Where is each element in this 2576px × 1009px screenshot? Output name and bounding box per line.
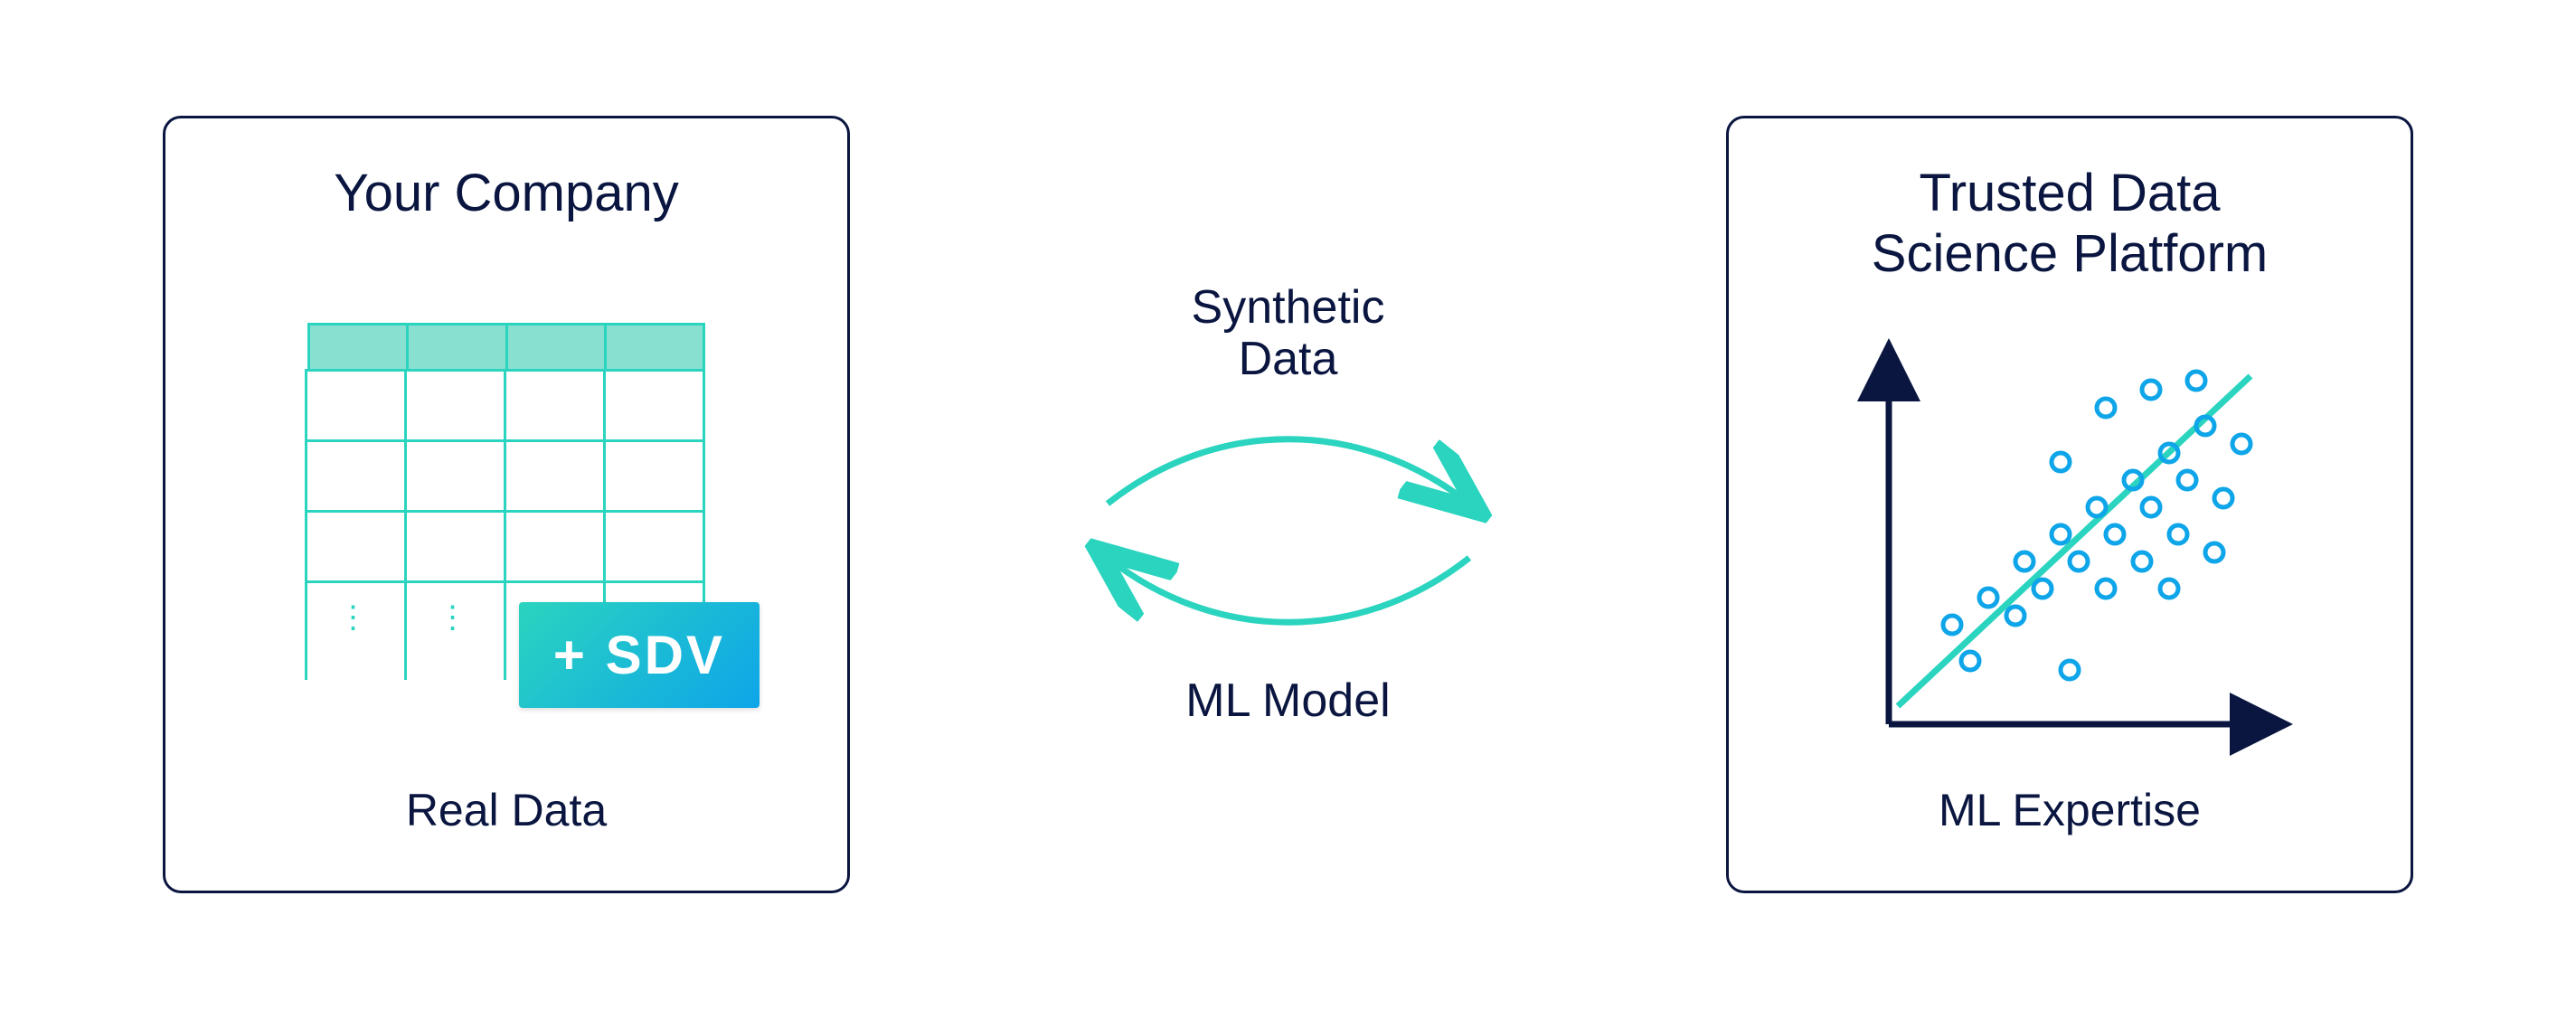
arrow-top-label: SyntheticData xyxy=(1192,282,1385,385)
right-panel: Trusted DataScience Platform xyxy=(1726,116,2413,893)
sdv-badge: + SDV xyxy=(519,602,760,708)
left-panel: Your Company ⋮⋮⋮ xyxy=(163,116,850,893)
middle-section: SyntheticData ML Model xyxy=(850,282,1726,727)
arrow-bottom-label: ML Model xyxy=(1185,675,1390,727)
right-panel-graphic xyxy=(1792,311,2347,775)
left-panel-title: Your Company xyxy=(334,164,679,224)
scatter-plot-icon xyxy=(1835,326,2305,760)
left-panel-caption: Real Data xyxy=(406,784,607,836)
right-panel-caption: ML Expertise xyxy=(1939,784,2201,836)
right-panel-title: Trusted DataScience Platform xyxy=(1872,164,2268,284)
diagram-canvas: Your Company ⋮⋮⋮ xyxy=(0,0,2576,1009)
left-panel-graphic: ⋮⋮⋮⋮ + SDV xyxy=(229,251,784,775)
cycle-arrows-icon xyxy=(1053,404,1524,657)
data-table-icon: ⋮⋮⋮⋮ + SDV xyxy=(307,323,705,703)
